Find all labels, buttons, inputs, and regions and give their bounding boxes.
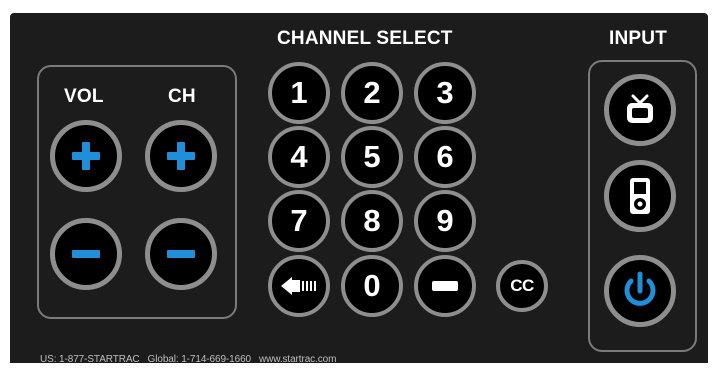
volume-down-button[interactable] bbox=[50, 218, 122, 290]
key-3-button[interactable]: 3 bbox=[414, 62, 476, 124]
key-8-button[interactable]: 8 bbox=[341, 190, 403, 252]
key-5-button[interactable]: 5 bbox=[341, 126, 403, 188]
closed-caption-button[interactable]: CC bbox=[496, 260, 548, 312]
volume-up-button[interactable] bbox=[50, 120, 122, 192]
key-2-button[interactable]: 2 bbox=[341, 62, 403, 124]
dash-button[interactable] bbox=[414, 255, 476, 317]
channel-down-button[interactable] bbox=[145, 218, 217, 290]
previous-channel-icon bbox=[281, 277, 316, 295]
channel-select-heading: CHANNEL SELECT bbox=[277, 28, 453, 49]
key-1-button[interactable]: 1 bbox=[268, 62, 330, 124]
minus-icon bbox=[66, 234, 106, 274]
key-6-button[interactable]: 6 bbox=[414, 126, 476, 188]
key-7-button[interactable]: 7 bbox=[268, 190, 330, 252]
dash-icon bbox=[432, 281, 458, 291]
media-player-input-button[interactable] bbox=[604, 160, 676, 232]
minus-icon bbox=[161, 234, 201, 274]
plus-icon bbox=[66, 136, 106, 176]
key-0-button[interactable]: 0 bbox=[341, 255, 403, 317]
media-player-icon bbox=[630, 178, 650, 214]
ch-label: CH bbox=[168, 86, 196, 107]
tv-icon bbox=[627, 94, 653, 123]
tv-input-button[interactable] bbox=[604, 74, 676, 146]
contact-footer: US: 1-877-STARTRAC Global: 1-714-669-166… bbox=[40, 354, 337, 365]
key-4-button[interactable]: 4 bbox=[268, 126, 330, 188]
input-heading: INPUT bbox=[609, 28, 667, 49]
power-icon bbox=[624, 271, 656, 306]
plus-icon bbox=[161, 136, 201, 176]
vol-label: VOL bbox=[64, 86, 104, 107]
channel-up-button[interactable] bbox=[145, 120, 217, 192]
power-button[interactable] bbox=[604, 255, 676, 327]
previous-channel-button[interactable] bbox=[268, 255, 330, 317]
key-9-button[interactable]: 9 bbox=[414, 190, 476, 252]
